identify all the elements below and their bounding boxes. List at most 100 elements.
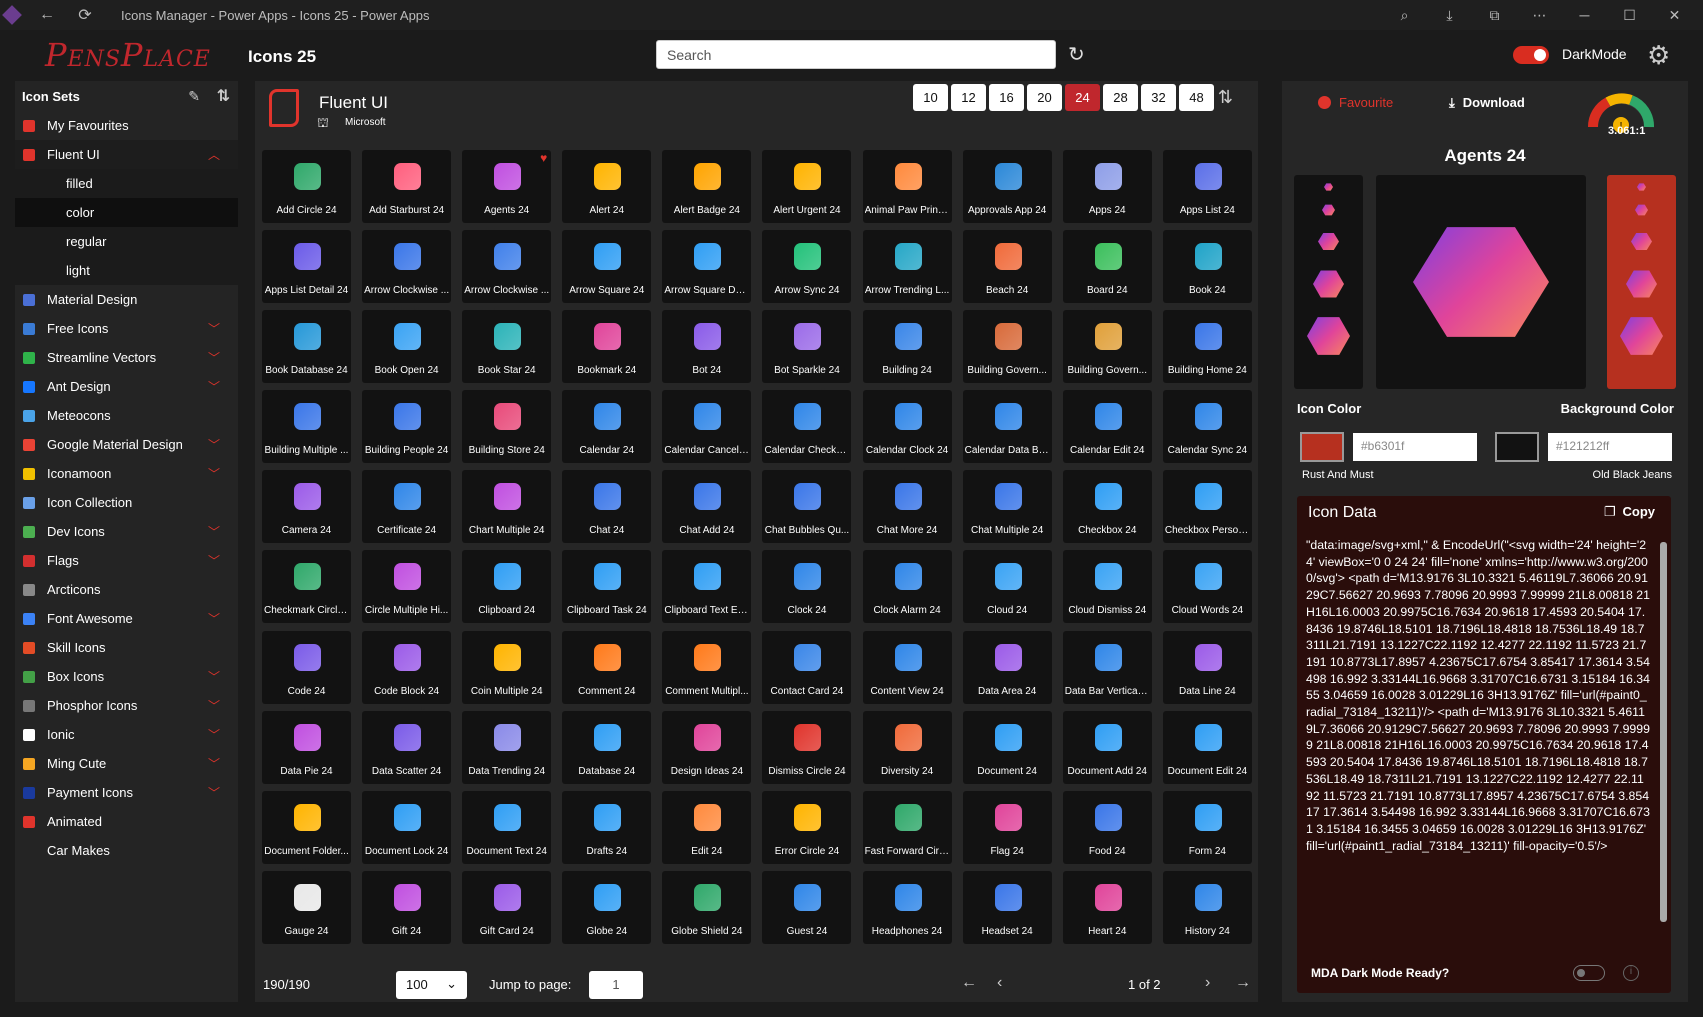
icon-tile[interactable]: Calendar Edit 24 bbox=[1062, 390, 1152, 464]
size-button[interactable]: 10 bbox=[913, 84, 948, 111]
icon-tile[interactable]: Chat Bubbles Qu... bbox=[762, 470, 852, 544]
icon-tile[interactable]: Animal Paw Print ... bbox=[862, 150, 952, 223]
chevron-down-icon[interactable]: ﹀ bbox=[208, 320, 220, 337]
icon-tile[interactable]: Bot 24 bbox=[662, 310, 752, 384]
chevron-down-icon[interactable]: ﹀ bbox=[208, 726, 220, 743]
sidebar-item[interactable]: Skill Icons bbox=[15, 633, 238, 662]
zoom-icon[interactable]: ⌕ bbox=[1382, 7, 1427, 24]
icon-tile[interactable]: Gauge 24 bbox=[262, 870, 351, 944]
chevron-down-icon[interactable]: ﹀ bbox=[208, 378, 220, 395]
next-page-icon[interactable]: › bbox=[1205, 974, 1210, 992]
icon-tile[interactable]: Database 24 bbox=[562, 710, 652, 784]
icon-tile[interactable]: Arrow Trending L... bbox=[862, 230, 952, 304]
icon-tile[interactable]: Data Scatter 24 bbox=[362, 710, 452, 784]
icon-tile[interactable]: Checkmark Circle... bbox=[262, 550, 351, 624]
icon-tile[interactable]: Building Govern... bbox=[1062, 310, 1152, 384]
icon-tile[interactable]: Book 24 bbox=[1162, 230, 1252, 304]
icon-tile[interactable]: Calendar Clock 24 bbox=[862, 390, 952, 464]
sidebar-item[interactable]: Font Awesome ﹀ bbox=[15, 604, 238, 633]
icon-tile[interactable]: Calendar 24 bbox=[562, 390, 652, 464]
chevron-up-icon[interactable]: ︿ bbox=[208, 146, 220, 163]
icon-tile[interactable]: Data Area 24 bbox=[962, 630, 1052, 704]
sort-icon[interactable]: ⇅ bbox=[217, 86, 230, 106]
sidebar-item[interactable]: Free Icons ﹀ bbox=[15, 314, 238, 343]
prev-page-icon[interactable]: ‹ bbox=[997, 974, 1002, 992]
icon-color-input[interactable]: #b6301f bbox=[1353, 433, 1477, 461]
icon-tile[interactable]: Cloud 24 bbox=[962, 550, 1052, 624]
icon-tile[interactable]: Dismiss Circle 24 bbox=[762, 710, 852, 784]
sidebar-item[interactable]: Car Makes bbox=[15, 836, 238, 865]
icon-tile[interactable]: Circle Multiple Hi... bbox=[362, 550, 452, 624]
icon-tile[interactable]: Building Home 24 bbox=[1162, 310, 1252, 384]
refresh-icon[interactable]: ↻ bbox=[1068, 42, 1085, 67]
icon-tile[interactable]: Calendar Data Ba... bbox=[962, 390, 1052, 464]
icon-tile[interactable]: Document Folder... bbox=[262, 790, 351, 864]
icon-tile[interactable]: Code 24 bbox=[262, 630, 351, 704]
icon-tile[interactable]: Content View 24 bbox=[862, 630, 952, 704]
chevron-down-icon[interactable]: ﹀ bbox=[208, 755, 220, 772]
icon-tile[interactable]: Certificate 24 bbox=[362, 470, 452, 544]
icon-tile[interactable]: Gift 24 bbox=[362, 870, 452, 944]
icon-tile[interactable]: Arrow Square 24 bbox=[562, 230, 652, 304]
icon-tile[interactable]: Arrow Clockwise ... bbox=[462, 230, 552, 304]
chevron-down-icon[interactable]: ﹀ bbox=[208, 697, 220, 714]
search-input[interactable]: Search bbox=[656, 40, 1056, 69]
icon-tile[interactable]: Checkbox 24 bbox=[1062, 470, 1152, 544]
icon-tile[interactable]: Cloud Dismiss 24 bbox=[1062, 550, 1152, 624]
sidebar-item[interactable]: Fluent UI ︿ bbox=[15, 140, 238, 169]
sidebar-item[interactable]: Arcticons bbox=[15, 575, 238, 604]
icon-tile[interactable]: Building Multiple ... bbox=[262, 390, 351, 464]
icon-tile[interactable]: Beach 24 bbox=[962, 230, 1052, 304]
icon-tile[interactable]: Bot Sparkle 24 bbox=[762, 310, 852, 384]
download-button[interactable]: ⤓ Download bbox=[1449, 95, 1525, 111]
icon-tile[interactable]: Building People 24 bbox=[362, 390, 452, 464]
mda-toggle[interactable] bbox=[1573, 965, 1605, 981]
sidebar-item[interactable]: Ionic ﹀ bbox=[15, 720, 238, 749]
sort-icon[interactable]: ⇅ bbox=[1218, 87, 1233, 108]
icon-tile[interactable]: Agents 24 ♥ bbox=[462, 150, 552, 223]
icon-data-code[interactable]: "data:image/svg+xml," & EncodeUrl("<svg … bbox=[1306, 537, 1650, 945]
icon-tile[interactable]: History 24 bbox=[1162, 870, 1252, 944]
close-button[interactable]: ✕ bbox=[1652, 7, 1697, 24]
download-icon[interactable]: ⤓ bbox=[1427, 7, 1472, 24]
size-button[interactable]: 32 bbox=[1141, 84, 1176, 111]
icon-tile[interactable]: Arrow Square Do... bbox=[662, 230, 752, 304]
icon-tile[interactable]: Clipboard Task 24 bbox=[562, 550, 652, 624]
darkmode-toggle[interactable] bbox=[1513, 46, 1549, 64]
sidebar-item[interactable]: My Favourites bbox=[15, 111, 238, 140]
sidebar-item[interactable]: regular bbox=[15, 227, 238, 256]
bg-color-swatch[interactable] bbox=[1495, 432, 1539, 462]
github-icon[interactable]: ⛫ bbox=[317, 115, 329, 133]
sidebar-item[interactable]: Streamline Vectors ﹀ bbox=[15, 343, 238, 372]
chevron-down-icon[interactable]: ﹀ bbox=[208, 784, 220, 801]
sidebar-item[interactable]: light bbox=[15, 256, 238, 285]
minimize-button[interactable]: ─ bbox=[1562, 7, 1607, 23]
sidebar-item[interactable]: Box Icons ﹀ bbox=[15, 662, 238, 691]
icon-tile[interactable]: Book Open 24 bbox=[362, 310, 452, 384]
icon-tile[interactable]: Headphones 24 bbox=[862, 870, 952, 944]
icon-tile[interactable]: Guest 24 bbox=[762, 870, 852, 944]
icon-tile[interactable]: Apps List Detail 24 bbox=[262, 230, 351, 304]
gear-icon[interactable]: ⚙ bbox=[1647, 40, 1670, 71]
icon-tile[interactable]: Chat Add 24 bbox=[662, 470, 752, 544]
icon-tile[interactable]: Approvals App 24 bbox=[962, 150, 1052, 223]
icon-tile[interactable]: Data Trending 24 bbox=[462, 710, 552, 784]
icon-tile[interactable]: Building Store 24 bbox=[462, 390, 552, 464]
favourite-button[interactable]: Favourite bbox=[1318, 95, 1393, 110]
sidebar-item[interactable]: Ming Cute ﹀ bbox=[15, 749, 238, 778]
icon-tile[interactable]: Diversity 24 bbox=[862, 710, 952, 784]
sidebar-item[interactable]: Iconamoon ﹀ bbox=[15, 459, 238, 488]
icon-tile[interactable]: Document Text 24 bbox=[462, 790, 552, 864]
icon-tile[interactable]: Alert 24 bbox=[562, 150, 652, 223]
icon-tile[interactable]: Error Circle 24 bbox=[762, 790, 852, 864]
icon-color-swatch[interactable] bbox=[1300, 432, 1344, 462]
icon-tile[interactable]: Form 24 bbox=[1162, 790, 1252, 864]
icon-tile[interactable]: Coin Multiple 24 bbox=[462, 630, 552, 704]
icon-tile[interactable]: Headset 24 bbox=[962, 870, 1052, 944]
size-button[interactable]: 48 bbox=[1179, 84, 1214, 111]
chevron-down-icon[interactable]: ﹀ bbox=[208, 465, 220, 482]
icon-tile[interactable]: Cloud Words 24 bbox=[1162, 550, 1252, 624]
icon-tile[interactable]: Chat Multiple 24 bbox=[962, 470, 1052, 544]
edit-icon[interactable]: ✎ bbox=[188, 88, 200, 105]
icon-tile[interactable]: Chart Multiple 24 bbox=[462, 470, 552, 544]
